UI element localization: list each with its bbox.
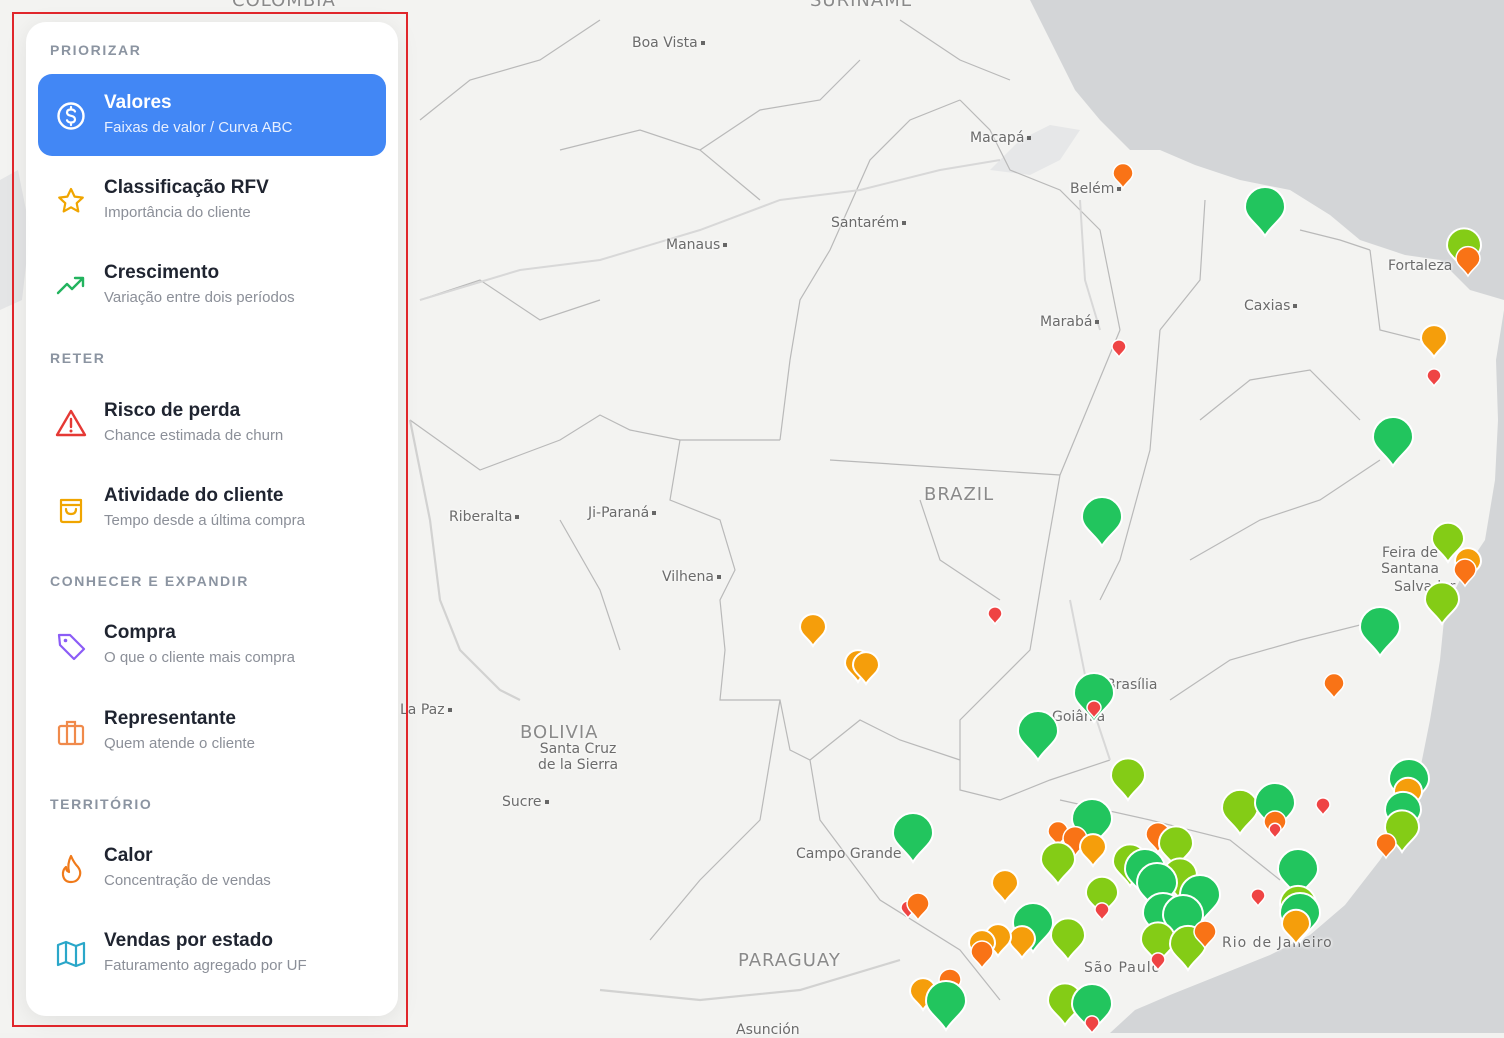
menu-item-subtitle: Faixas de valor / Curva ABC [104,119,293,136]
city-label: Santa Cruz de la Sierra [537,741,619,773]
star-icon [58,187,84,213]
city-label: Goiânia [1052,709,1106,725]
city-label: Santarém [831,215,907,231]
city-label: La Paz [400,702,452,718]
country-label: SURINAME [810,0,914,11]
city-label: Fortaleza [1388,258,1453,274]
city-label: Salvador [1394,579,1456,595]
menu-item-title: Risco de perda [104,400,241,421]
menu-item-valores[interactable]: Valores Faixas de valor / Curva ABC [38,74,386,156]
menu-item-title: Compra [104,622,176,643]
map-icon [56,940,86,968]
city-label: Asunción [736,1022,800,1038]
menu-item-subtitle: Tempo desde a última compra [104,512,305,529]
city-label: Sucre [502,794,549,810]
menu-item-subtitle: Importância do cliente [104,204,251,221]
dollar-circle-icon [57,102,85,130]
menu-item-title: Crescimento [104,262,220,283]
menu-item-title: Valores [104,92,172,113]
city-label: Riberalta [449,509,520,525]
menu-item-classificacao-rfv[interactable]: Classificação RFV Importância do cliente [38,159,386,241]
menu-item-subtitle: Quem atende o cliente [104,735,255,752]
country-label: BRAZIL [924,484,995,505]
shopping-bag-icon [59,498,83,524]
city-label: Rio de Janeiro [1222,935,1333,951]
city-label: Macapá [970,130,1032,146]
menu-item-subtitle: Chance estimada de churn [104,427,284,444]
city-label: Ji-Paraná [588,505,657,521]
city-label: Campo Grande [796,846,902,862]
section-title-territorio: TERRITÓRIO [50,796,153,812]
menu-item-title: Atividade do cliente [104,485,284,506]
country-label: PARAGUAY [738,950,841,971]
menu-item-calor[interactable]: Calor Concentração de vendas [38,827,386,909]
country-label: BOLIVIA [520,722,599,743]
menu-item-compra[interactable]: Compra O que o cliente mais compra [38,604,386,686]
tag-icon [57,633,86,661]
menu-item-title: Vendas por estado [104,930,273,951]
warning-icon [55,409,87,437]
country-label: COLOMBIA [232,0,336,11]
menu-item-title: Classificação RFV [104,177,269,198]
menu-item-title: Representante [104,708,236,729]
menu-item-crescimento[interactable]: Crescimento Variação entre dois períodos [38,244,386,326]
briefcase-icon [57,720,85,746]
city-label: Vilhena [662,569,721,585]
city-label: Brasília [1106,677,1158,693]
city-label: São Paulo [1084,960,1162,976]
layer-sidebar: PRIORIZAR Valores Faixas de valor / Curv… [26,22,398,1016]
city-label: Caxias [1244,298,1298,314]
section-title-conhecer-e-expandir: CONHECER E EXPANDIR [50,573,249,589]
menu-item-representante[interactable]: Representante Quem atende o cliente [38,690,386,772]
city-label: Boa Vista [632,35,705,51]
menu-item-risco-de-perda[interactable]: Risco de perda Chance estimada de churn [38,382,386,464]
section-title-reter: RETER [50,350,106,366]
menu-item-subtitle: Concentração de vendas [104,872,271,889]
menu-item-vendas-por-estado[interactable]: Vendas por estado Faturamento agregado p… [38,912,386,994]
city-label: Manaus [666,237,728,253]
section-title-priorizar: PRIORIZAR [50,42,142,58]
menu-item-subtitle: Variação entre dois períodos [104,289,295,306]
city-label: Marabá [1040,314,1100,330]
flame-icon [61,854,82,884]
city-label: Belém [1070,181,1122,197]
trending-up-icon [56,276,85,295]
menu-item-title: Calor [104,845,153,866]
menu-item-atividade-do-cliente[interactable]: Atividade do cliente Tempo desde a últim… [38,467,386,549]
menu-item-subtitle: Faturamento agregado por UF [104,957,307,974]
menu-item-subtitle: O que o cliente mais compra [104,649,295,666]
city-label: Feira de Santana [1381,545,1439,577]
